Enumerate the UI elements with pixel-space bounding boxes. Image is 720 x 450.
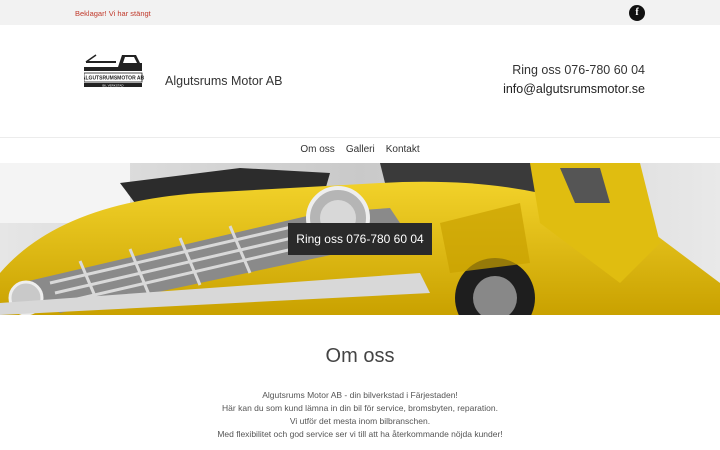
site-header: ALGUTSRUMSMOTOR AB BIL VERKSTAD Algutsru… <box>0 25 720 138</box>
about-line: Vi utför det mesta inom bilbranschen. <box>289 416 431 426</box>
about-title: Om oss <box>325 345 395 367</box>
about-line: Med flexibilitet och god service ser vi … <box>217 429 503 439</box>
facebook-icon[interactable]: f <box>629 5 645 21</box>
nav-item-om-oss[interactable]: Om oss <box>300 144 334 155</box>
phone-label: Ring oss <box>512 63 561 77</box>
company-name: Algutsrums Motor AB <box>165 74 283 88</box>
svg-text:BIL VERKSTAD: BIL VERKSTAD <box>102 83 124 87</box>
closed-notice: Beklagar! Vi har stängt <box>75 9 151 18</box>
phone-number[interactable]: 076-780 60 04 <box>564 63 645 77</box>
nav-item-kontakt[interactable]: Kontakt <box>386 144 420 155</box>
call-us-button[interactable]: Ring oss 076-780 60 04 <box>288 223 432 255</box>
about-text: Algutsrums Motor AB - din bilverkstad i … <box>0 389 720 441</box>
about-line: Algutsrums Motor AB - din bilverkstad i … <box>262 390 458 400</box>
tow-truck-logo-icon[interactable]: ALGUTSRUMSMOTOR AB BIL VERKSTAD <box>82 53 144 89</box>
email-link[interactable]: info@algutsrumsmotor.se <box>503 82 645 96</box>
svg-text:ALGUTSRUMSMOTOR AB: ALGUTSRUMSMOTOR AB <box>84 76 144 82</box>
main-nav: Om oss Galleri Kontakt <box>0 139 720 163</box>
top-bar: Beklagar! Vi har stängt f <box>0 0 720 25</box>
nav-item-galleri[interactable]: Galleri <box>346 144 375 155</box>
header-phone[interactable]: Ring oss 076-780 60 04 <box>512 63 645 77</box>
about-line: Här kan du som kund lämna in din bil för… <box>222 403 498 413</box>
